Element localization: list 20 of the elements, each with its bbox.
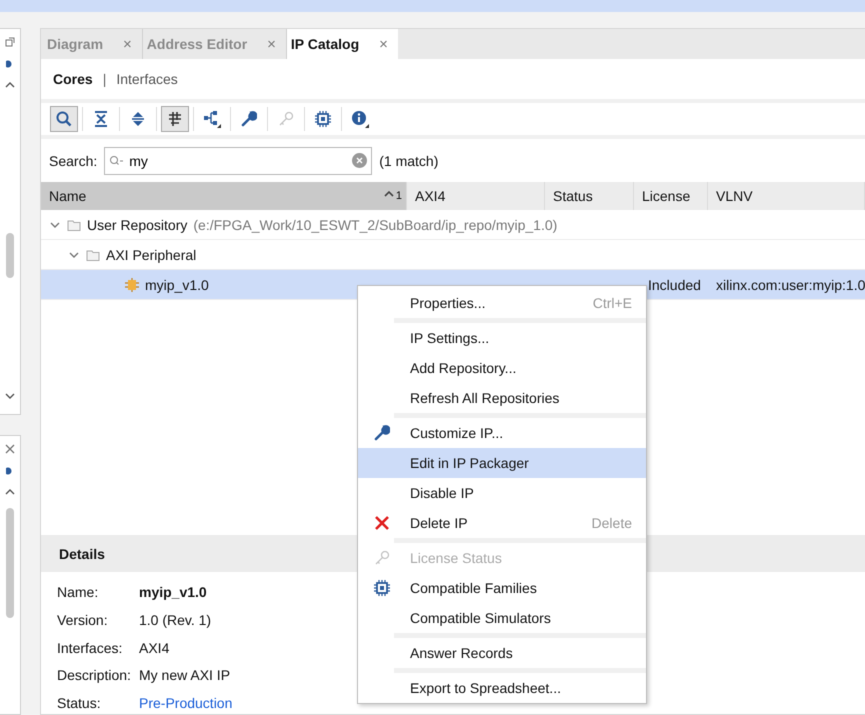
sort-order: 1 <box>396 190 402 202</box>
vlnv-cell: xilinx.com:user:myip:1.0 <box>716 276 865 292</box>
license-cell: Included <box>648 276 701 292</box>
detail-value: AXI4 <box>139 640 170 658</box>
detail-label: Name: <box>57 584 100 602</box>
match-count: (1 match) <box>379 152 438 168</box>
tree-label: AXI Peripheral <box>106 246 196 262</box>
repository-path: (e:/FPGA_Work/10_ESWT_2/SubBoard/ip_repo/myip_1.0) <box>193 216 558 232</box>
detail-value: 1.0 (Rev. 1) <box>139 612 212 630</box>
tree-label: myip_v1.0 <box>145 276 209 292</box>
details-title: Details <box>59 546 105 562</box>
detail-label: Interfaces: <box>57 640 124 658</box>
search-label: Search: <box>49 152 98 168</box>
detail-label: Description: <box>57 667 132 686</box>
detail-label: Status: <box>57 695 102 714</box>
detail-value: myip_v1.0 <box>139 584 208 602</box>
detail-label: Version: <box>57 612 109 630</box>
separator: | <box>102 71 106 87</box>
tree-label: User Repository <box>87 216 188 232</box>
detail-value: My new AXI IP <box>139 667 232 686</box>
